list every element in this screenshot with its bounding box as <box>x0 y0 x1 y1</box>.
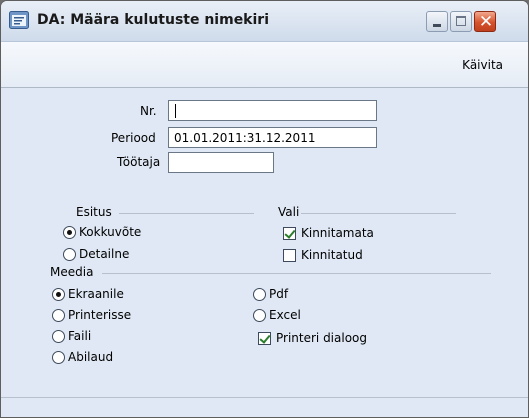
radio-abilaud-label[interactable]: Abilaud <box>68 350 113 364</box>
checkbox-kinnitamata-label[interactable]: Kinnitamata <box>301 226 374 240</box>
radio-ekraanile-label[interactable]: Ekraanile <box>68 287 124 301</box>
text-caret <box>175 104 176 118</box>
vali-section-label: Vali <box>278 205 300 219</box>
checkbox-kinnitamata[interactable] <box>283 227 296 240</box>
radio-kokkuvote-label[interactable]: Kokkuvõte <box>79 225 141 239</box>
period-label: Periood <box>111 131 156 145</box>
minimize-icon <box>433 24 441 27</box>
checkbox-kinnitatud[interactable] <box>283 249 296 262</box>
app-icon <box>9 11 29 29</box>
toolbar: Käivita <box>1 42 528 88</box>
radio-pdf-label[interactable]: Pdf <box>269 287 288 301</box>
window-bottom-border <box>1 397 528 398</box>
checkbox-printer-dialog[interactable] <box>258 332 271 345</box>
close-button[interactable]: ✕ <box>474 11 496 32</box>
radio-detailne[interactable] <box>63 248 76 261</box>
esitus-section-label: Esitus <box>76 205 112 219</box>
radio-printerisse[interactable] <box>52 309 65 322</box>
meedia-section-label: Meedia <box>50 265 94 279</box>
radio-excel-label[interactable]: Excel <box>269 308 301 322</box>
radio-faili[interactable] <box>52 330 65 343</box>
esitus-divider <box>119 213 254 214</box>
employee-input[interactable] <box>168 152 274 173</box>
report-window: DA: Määra kulutuste nimekiri ✕ Käivita N… <box>0 0 529 418</box>
period-input[interactable]: 01.01.2011:31.12.2011 <box>168 127 377 148</box>
meedia-divider <box>102 273 491 274</box>
radio-pdf[interactable] <box>253 288 266 301</box>
close-icon: ✕ <box>478 12 494 32</box>
radio-ekraanile[interactable] <box>52 288 65 301</box>
title-bar[interactable]: DA: Määra kulutuste nimekiri ✕ <box>1 1 528 42</box>
radio-abilaud[interactable] <box>52 351 65 364</box>
radio-excel[interactable] <box>253 309 266 322</box>
radio-kokkuvote[interactable] <box>63 226 76 239</box>
run-button[interactable]: Käivita <box>462 58 503 72</box>
maximize-button[interactable] <box>450 11 472 32</box>
radio-faili-label[interactable]: Faili <box>68 329 91 343</box>
maximize-icon <box>456 16 466 26</box>
nr-label: Nr. <box>140 104 157 118</box>
nr-input[interactable] <box>168 100 377 121</box>
checkbox-printer-dialog-label[interactable]: Printeri dialoog <box>276 331 367 345</box>
employee-label: Töötaja <box>117 155 161 169</box>
window-title: DA: Määra kulutuste nimekiri <box>37 12 269 28</box>
radio-printerisse-label[interactable]: Printerisse <box>68 308 131 322</box>
checkbox-kinnitatud-label[interactable]: Kinnitatud <box>301 248 363 262</box>
vali-divider <box>301 213 456 214</box>
radio-detailne-label[interactable]: Detailne <box>79 247 129 261</box>
minimize-button[interactable] <box>426 11 448 32</box>
